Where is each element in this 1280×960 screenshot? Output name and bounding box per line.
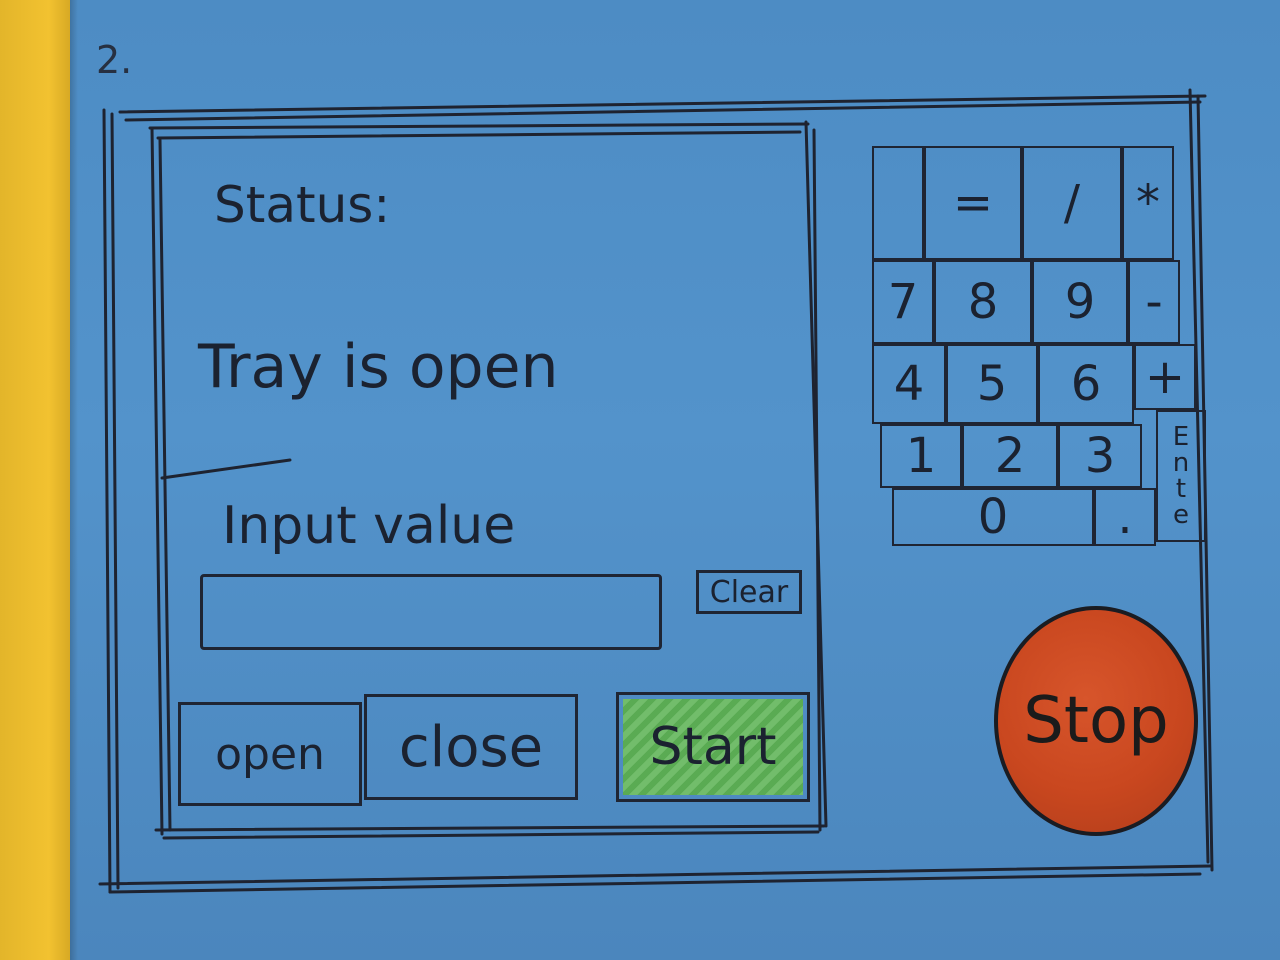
yellow-paper-edge bbox=[0, 0, 70, 960]
enter-letter: t bbox=[1175, 474, 1187, 504]
keypad-key-minus[interactable]: - bbox=[1128, 260, 1180, 344]
keypad-key-6[interactable]: 6 bbox=[1038, 344, 1134, 424]
sheet-shadow bbox=[70, 0, 78, 960]
stop-button[interactable]: Stop bbox=[994, 606, 1198, 836]
enter-letter: e bbox=[1173, 500, 1189, 530]
enter-letter: E bbox=[1172, 422, 1190, 452]
clear-button[interactable]: Clear bbox=[696, 570, 802, 614]
page-number: 2. bbox=[96, 38, 133, 82]
keypad-key-3[interactable]: 3 bbox=[1058, 424, 1142, 488]
keypad-key-decimal[interactable]: . bbox=[1094, 488, 1156, 546]
keypad-key-1[interactable]: 1 bbox=[880, 424, 962, 488]
status-value: Tray is open bbox=[198, 332, 559, 402]
keypad-key-7[interactable]: 7 bbox=[872, 260, 934, 344]
keypad-blank-key bbox=[872, 146, 924, 260]
keypad-key-9[interactable]: 9 bbox=[1032, 260, 1128, 344]
input-value-label: Input value bbox=[222, 496, 516, 556]
start-button-label: Start bbox=[649, 717, 777, 777]
keypad-key-8[interactable]: 8 bbox=[934, 260, 1032, 344]
enter-letter: n bbox=[1172, 448, 1190, 478]
numeric-keypad: = / * 7 8 9 - 4 5 6 + 1 2 3 E n t e 0 . bbox=[872, 146, 1222, 548]
value-input[interactable] bbox=[200, 574, 662, 650]
keypad-key-0[interactable]: 0 bbox=[892, 488, 1094, 546]
start-button[interactable]: Start bbox=[616, 692, 810, 802]
keypad-key-multiply[interactable]: * bbox=[1122, 146, 1174, 260]
keypad-key-divide[interactable]: / bbox=[1022, 146, 1122, 260]
status-label: Status: bbox=[214, 176, 391, 234]
open-button[interactable]: open bbox=[178, 702, 362, 806]
keypad-key-2[interactable]: 2 bbox=[962, 424, 1058, 488]
keypad-key-5[interactable]: 5 bbox=[946, 344, 1038, 424]
keypad-key-4[interactable]: 4 bbox=[872, 344, 946, 424]
keypad-key-equals[interactable]: = bbox=[924, 146, 1022, 260]
close-button[interactable]: close bbox=[364, 694, 578, 800]
keypad-key-plus[interactable]: + bbox=[1134, 344, 1196, 410]
keypad-key-enter[interactable]: E n t e bbox=[1156, 410, 1206, 542]
